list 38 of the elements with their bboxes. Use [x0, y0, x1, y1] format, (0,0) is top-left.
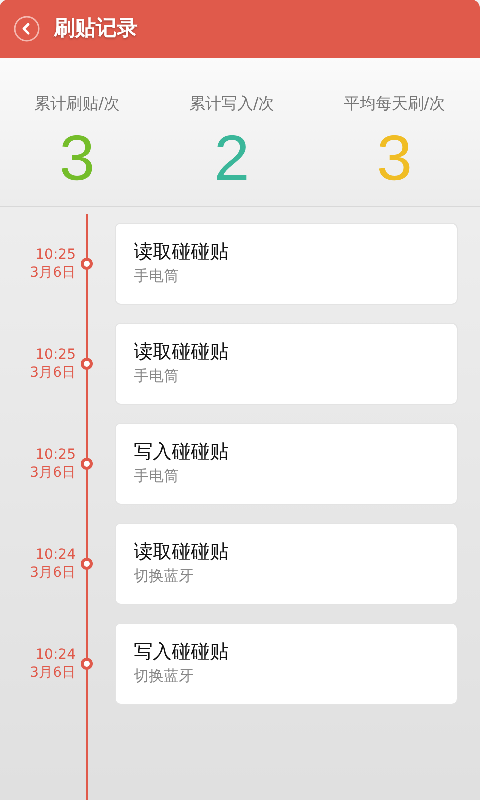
record-card[interactable]: 写入碰碰贴 手电筒 [115, 423, 458, 505]
record-date: 3月6日 [30, 264, 76, 282]
timeline-dot [81, 258, 93, 270]
page-title: 刷贴记录 [54, 15, 138, 42]
stat-label: 累计写入/次 [189, 93, 275, 115]
record-date: 3月6日 [30, 464, 76, 482]
record-card[interactable]: 读取碰碰贴 手电筒 [115, 323, 458, 405]
back-icon[interactable] [14, 16, 40, 42]
record-action: 写入碰碰贴 [134, 640, 230, 666]
record-action: 读取碰碰贴 [134, 340, 230, 366]
record-action: 读取碰碰贴 [134, 540, 230, 566]
record-time: 10:25 [36, 246, 76, 264]
record-date: 3月6日 [30, 364, 76, 382]
record-time: 10:24 [36, 546, 76, 564]
record-card[interactable]: 读取碰碰贴 切换蓝牙 [115, 523, 458, 605]
record-detail: 手电筒 [134, 366, 180, 388]
stat-value: 3 [60, 126, 96, 190]
record-action: 读取碰碰贴 [134, 240, 230, 266]
record-time: 10:25 [36, 346, 76, 364]
stat-label: 累计刷贴/次 [34, 93, 120, 115]
stat-value: 2 [214, 126, 250, 190]
record-detail: 切换蓝牙 [134, 566, 195, 588]
timeline-dot [81, 358, 93, 370]
record-date: 3月6日 [30, 664, 76, 682]
record-action: 写入碰碰贴 [134, 440, 230, 466]
record-card[interactable]: 读取碰碰贴 手电筒 [115, 223, 458, 305]
stat-value: 3 [376, 126, 412, 190]
stat-label: 平均每天刷/次 [344, 93, 446, 115]
record-time: 10:24 [36, 646, 76, 664]
record-detail: 手电筒 [134, 466, 180, 488]
timeline-dot [81, 458, 93, 470]
record-detail: 切换蓝牙 [134, 666, 195, 688]
record-detail: 手电筒 [134, 266, 180, 288]
record-time: 10:25 [36, 446, 76, 464]
record-card[interactable]: 写入碰碰贴 切换蓝牙 [115, 623, 458, 705]
timeline-dot [81, 558, 93, 570]
timeline-dot [81, 658, 93, 670]
record-date: 3月6日 [30, 564, 76, 582]
